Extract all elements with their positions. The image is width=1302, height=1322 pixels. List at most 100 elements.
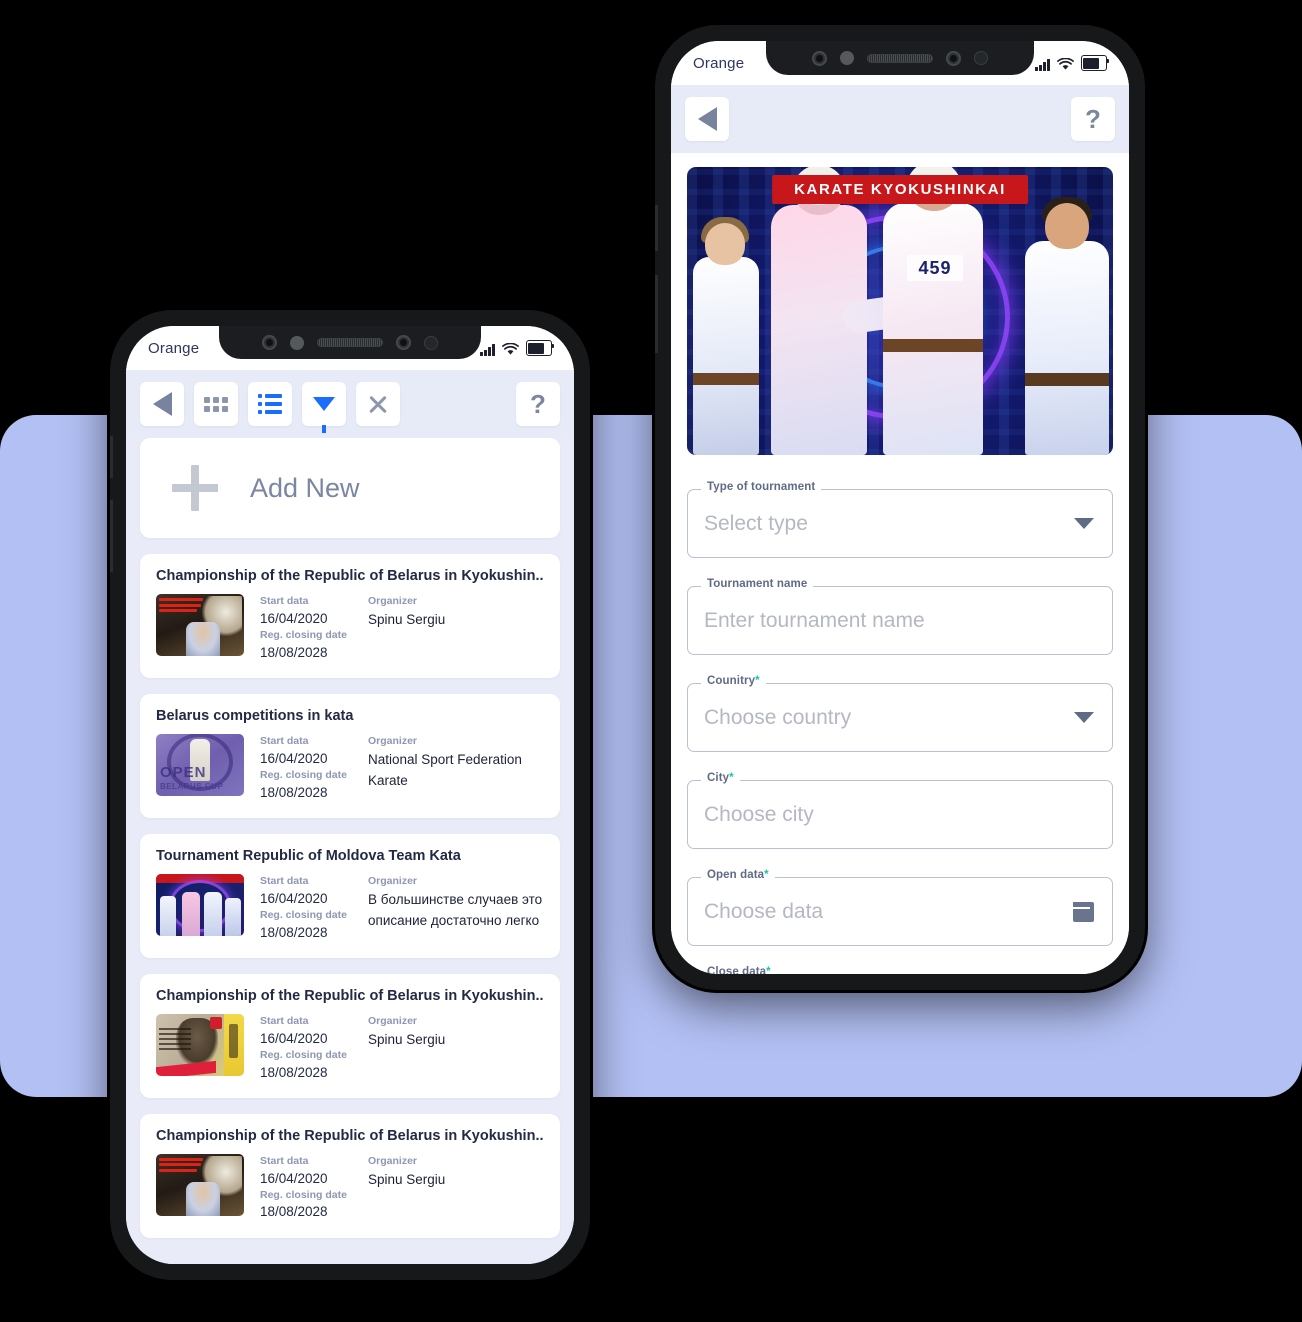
- back-button[interactable]: [140, 382, 184, 426]
- tournament-form: KARATE KYOKUSHINKAI 459 Type of tourname…: [671, 153, 1129, 974]
- signal-bars-icon: [480, 343, 495, 356]
- start-date-label: Start data: [260, 1014, 309, 1027]
- ambient-light-sensor-icon: [974, 51, 988, 65]
- start-date-value: 16/04/2020: [260, 1030, 328, 1046]
- wifi-icon: [1056, 57, 1074, 70]
- organizer-label: Organizer: [368, 1154, 418, 1167]
- calendar-icon[interactable]: [1073, 901, 1094, 922]
- status-icons-right: [1035, 55, 1110, 71]
- open-data-value: Choose data: [704, 899, 824, 923]
- back-button[interactable]: [685, 97, 729, 141]
- question-mark-icon: ?: [530, 389, 546, 419]
- help-button[interactable]: ?: [516, 382, 560, 426]
- battery-icon: [1080, 55, 1110, 71]
- date-meta: Start data 16/04/2020 Reg. closing date …: [260, 1014, 352, 1082]
- select-type-value: Select type: [704, 511, 808, 535]
- app-toolbar-right: ?: [671, 85, 1129, 153]
- plus-icon: [172, 465, 218, 511]
- closing-date-label: Reg. closing date: [260, 908, 347, 921]
- clear-filter-button[interactable]: [356, 382, 400, 426]
- date-meta: Start data 16/04/2020 Reg. closing date …: [260, 734, 352, 802]
- grid-view-icon: [204, 396, 228, 412]
- card-content: Start data 16/04/2020 Reg. closing date …: [156, 594, 544, 662]
- organizer-label: Organizer: [368, 874, 418, 887]
- organizer-value: В большинстве случаев это описание доста…: [368, 891, 543, 928]
- organizer-label: Organizer: [368, 595, 418, 607]
- back-triangle-icon: [697, 107, 717, 131]
- wifi-icon: [501, 342, 519, 355]
- face-sensor-icon: [396, 335, 411, 350]
- card-content: Start data 16/04/2020 Reg. closing date …: [156, 873, 544, 942]
- list-item[interactable]: Belarus competitions in kata OPEN BELARUS…: [140, 693, 560, 818]
- chevron-down-icon[interactable]: [1074, 712, 1094, 723]
- phone-screen-left: Orange ? Add New Championship of the Rep…: [126, 326, 574, 1264]
- list-item[interactable]: Championship of the Republic of Belarus …: [140, 1113, 560, 1238]
- filter-button[interactable]: [302, 382, 346, 433]
- field-tournament-name[interactable]: Tournament name Enter tournament name: [687, 578, 1113, 655]
- start-date-label: Start data: [260, 1154, 309, 1167]
- grid-view-button[interactable]: [194, 382, 238, 426]
- chevron-down-icon[interactable]: [1074, 518, 1094, 529]
- power-button-right: [655, 275, 658, 353]
- tournament-name-input[interactable]: Enter tournament name: [704, 609, 925, 633]
- organizer-value: Spinu Sergiu: [368, 1031, 446, 1047]
- add-new-label: Add New: [250, 472, 360, 503]
- volume-button-right: [655, 205, 658, 251]
- field-city[interactable]: City* Choose city: [687, 772, 1113, 849]
- field-type-of-tournament[interactable]: Type of tournament Select type: [687, 481, 1113, 558]
- start-date-value: 16/04/2020: [260, 1170, 328, 1186]
- tournament-thumbnail: [156, 873, 244, 936]
- card-content: OPEN BELARUS CUP Start data 16/04/2020 Re…: [156, 733, 544, 802]
- field-open-data[interactable]: Open data* Choose data: [687, 869, 1113, 946]
- status-icons-left: [480, 340, 555, 356]
- organizer-label: Organizer: [368, 734, 418, 747]
- karate-figure-1: [693, 217, 759, 455]
- phone-screen-right: Orange ? KARATE KYOKUSHINKAI 459 Type of…: [671, 41, 1129, 974]
- list-view-button[interactable]: [248, 382, 292, 426]
- face-sensor-icon: [946, 50, 961, 66]
- karate-figure-4: [1025, 197, 1109, 455]
- tournament-thumbnail: [156, 594, 244, 656]
- list-item[interactable]: Tournament Republic of Moldova Team Kata…: [140, 833, 560, 958]
- list-view-icon: [258, 394, 282, 414]
- field-label-open-data: Open data*: [701, 869, 775, 881]
- volume-button-left: [110, 436, 113, 478]
- organizer-label: Organizer: [368, 1014, 418, 1027]
- status-bar-left: Orange: [126, 326, 574, 370]
- tournament-hero-image: KARATE KYOKUSHINKAI 459: [687, 167, 1113, 455]
- tournament-list[interactable]: Add New Championship of the Republic of …: [126, 438, 574, 1264]
- karate-figure-3: 459: [883, 167, 983, 455]
- help-button[interactable]: ?: [1071, 97, 1115, 141]
- city-input[interactable]: Choose city: [704, 803, 814, 827]
- app-toolbar-left: ?: [126, 370, 574, 438]
- date-meta: Start data 16/04/2020 Reg. closing date …: [260, 594, 352, 662]
- field-label-close-data: Close data*: [701, 966, 777, 974]
- earpiece-speaker-icon: [317, 338, 383, 347]
- list-item[interactable]: Championship of the Republic of Belarus …: [140, 554, 560, 678]
- card-content: Start data 16/04/2020 Reg. closing date …: [156, 1153, 544, 1222]
- closing-date-label: Reg. closing date: [260, 1188, 347, 1201]
- field-country[interactable]: Counitry* Choose country: [687, 675, 1113, 752]
- question-mark-icon: ?: [1085, 104, 1101, 134]
- field-label-country: Counitry*: [701, 675, 766, 687]
- add-new-button[interactable]: Add New: [140, 438, 560, 538]
- phone-device-left: Orange ? Add New Championship of the Rep…: [110, 310, 590, 1280]
- power-button-left: [110, 500, 113, 572]
- front-camera-icon: [812, 50, 827, 66]
- closing-date-value: 18/08/2028: [260, 1064, 328, 1080]
- carrier-label: Orange: [693, 54, 745, 72]
- field-label-city: City*: [701, 772, 740, 784]
- closing-date-value: 18/08/2028: [260, 924, 328, 940]
- list-item[interactable]: Championship of the Republic of Belarus …: [140, 973, 560, 1098]
- earpiece-speaker-icon: [867, 53, 933, 63]
- start-date-value: 16/04/2020: [260, 750, 328, 766]
- close-x-icon: [367, 393, 389, 415]
- tournament-title: Championship of the Republic of Belarus …: [156, 987, 544, 1004]
- closing-date-value: 18/08/2028: [260, 784, 328, 800]
- back-triangle-icon: [152, 392, 172, 416]
- tournament-thumbnail: [156, 1153, 244, 1216]
- organizer-meta: Organizer В большинстве случаев это опис…: [368, 874, 544, 942]
- proximity-sensor-icon: [840, 51, 854, 65]
- date-meta: Start data 16/04/2020 Reg. closing date …: [260, 1154, 352, 1222]
- hero-banner-label: KARATE KYOKUSHINKAI: [772, 175, 1028, 204]
